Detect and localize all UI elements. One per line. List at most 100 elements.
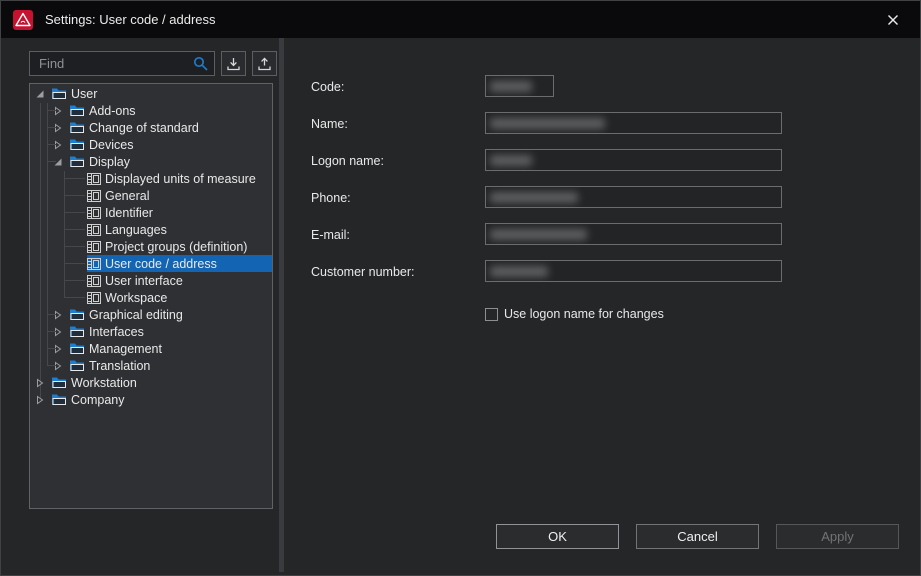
form-row-logon-name: Logon name: [311,149,782,186]
tree-item-workspace[interactable]: Workspace [30,289,272,306]
folder-icon [51,87,67,100]
tree-connector [47,314,56,315]
form-row-code: Code: [311,75,782,112]
settings-page-icon [87,190,101,202]
tree-item-display[interactable]: Display [30,153,272,170]
folder-icon [51,376,67,389]
settings-dialog: Settings: User code / address [0,0,921,576]
tree-connector [47,348,56,349]
settings-page-icon [87,275,101,287]
folder-icon [69,138,85,151]
user-address-form: Code: Name: Logon name:Phone: E-mail:Custom… [311,75,782,297]
tree-item-user[interactable]: User [30,85,272,102]
expander-expanded-icon[interactable] [34,88,46,100]
tree-item-languages[interactable]: Languages [30,221,272,238]
tree-item-label: User code / address [105,257,217,271]
tree-connector [64,297,85,298]
arrow-up-from-tray-icon [257,57,272,71]
export-settings-button[interactable] [252,51,277,76]
tree-item-identifier[interactable]: Identifier [30,204,272,221]
search-input[interactable] [37,55,192,72]
tree-item-label: Graphical editing [89,308,183,322]
expander-collapsed-icon[interactable] [34,394,46,406]
tree-item-management[interactable]: Management [30,340,272,357]
code-input[interactable] [485,75,554,97]
tree-item-general[interactable]: General [30,187,272,204]
form-row-phone: Phone: [311,186,782,223]
pane-splitter[interactable] [279,38,284,572]
tree-connector [64,212,85,213]
tree-connector [64,195,85,196]
folder-icon [69,104,85,117]
logon-name-input[interactable] [485,149,782,171]
folder-icon [69,121,85,134]
tree-item-user-code-address[interactable]: User code / address [30,255,272,272]
phone-input[interactable] [485,186,782,208]
use-logon-name-label: Use logon name for changes [504,307,664,321]
folder-icon [51,393,67,406]
code-label: Code: [311,75,485,94]
tree-connector [64,246,85,247]
tree-item-displayed-units-of-measure[interactable]: Displayed units of measure [30,170,272,187]
tree-connector [47,331,56,332]
ok-button[interactable]: OK [496,524,619,549]
phone-label: Phone: [311,186,485,205]
settings-tree: UserAdd-ons Change of standardDevices Disp… [29,83,273,509]
use-logon-name-row: Use logon name for changes [485,307,664,321]
folder-icon [69,359,85,372]
name-label: Name: [311,112,485,131]
email-redacted-value [490,229,587,240]
tree-connector [64,178,85,179]
tree-item-label: Company [71,393,125,407]
tree-item-label: Languages [105,223,167,237]
customer-number-redacted-value [490,266,548,277]
tree-connector [47,161,56,162]
expander-collapsed-icon[interactable] [34,377,46,389]
close-icon[interactable] [876,6,910,34]
arrow-down-to-tray-icon [226,57,241,71]
tree-item-company[interactable]: Company [30,391,272,408]
tree-item-translation[interactable]: Translation [30,357,272,374]
settings-page-icon [87,173,101,185]
form-row-email: E-mail: [311,223,782,260]
use-logon-name-checkbox[interactable] [485,308,498,321]
tree-item-label: Interfaces [89,325,144,339]
tree-item-project-groups-definition[interactable]: Project groups (definition) [30,238,272,255]
tree-connector [47,365,56,366]
folder-icon [69,155,85,168]
find-row [29,51,277,76]
name-input[interactable] [485,112,782,134]
tree-item-label: Display [89,155,130,169]
tree-item-workstation[interactable]: Workstation [30,374,272,391]
cancel-button[interactable]: Cancel [636,524,759,549]
tree-item-label: Management [89,342,162,356]
form-row-customer-number: Customer number: [311,260,782,297]
customer-number-label: Customer number: [311,260,485,279]
tree-item-label: Change of standard [89,121,199,135]
form-row-name: Name: [311,112,782,149]
settings-page-icon [87,224,101,236]
tree-connector [47,110,56,111]
tree-item-user-interface[interactable]: User interface [30,272,272,289]
settings-page-icon [87,207,101,219]
phone-redacted-value [490,192,578,203]
tree-item-label: User [71,87,97,101]
tree-item-label: Workstation [71,376,137,390]
logon-name-redacted-value [490,155,532,166]
tree-item-label: Identifier [105,206,153,220]
tree-item-add-ons[interactable]: Add-ons [30,102,272,119]
tree-item-interfaces[interactable]: Interfaces [30,323,272,340]
apply-button: Apply [776,524,899,549]
tree-item-label: Project groups (definition) [105,240,247,254]
customer-number-input[interactable] [485,260,782,282]
search-icon[interactable] [192,55,209,72]
folder-icon [69,308,85,321]
settings-page-icon [87,241,101,253]
settings-page-icon [87,292,101,304]
tree-item-devices[interactable]: Devices [30,136,272,153]
email-input[interactable] [485,223,782,245]
tree-item-change-of-standard[interactable]: Change of standard [30,119,272,136]
import-settings-button[interactable] [221,51,246,76]
tree-item-graphical-editing[interactable]: Graphical editing [30,306,272,323]
tree-connector [64,280,85,281]
